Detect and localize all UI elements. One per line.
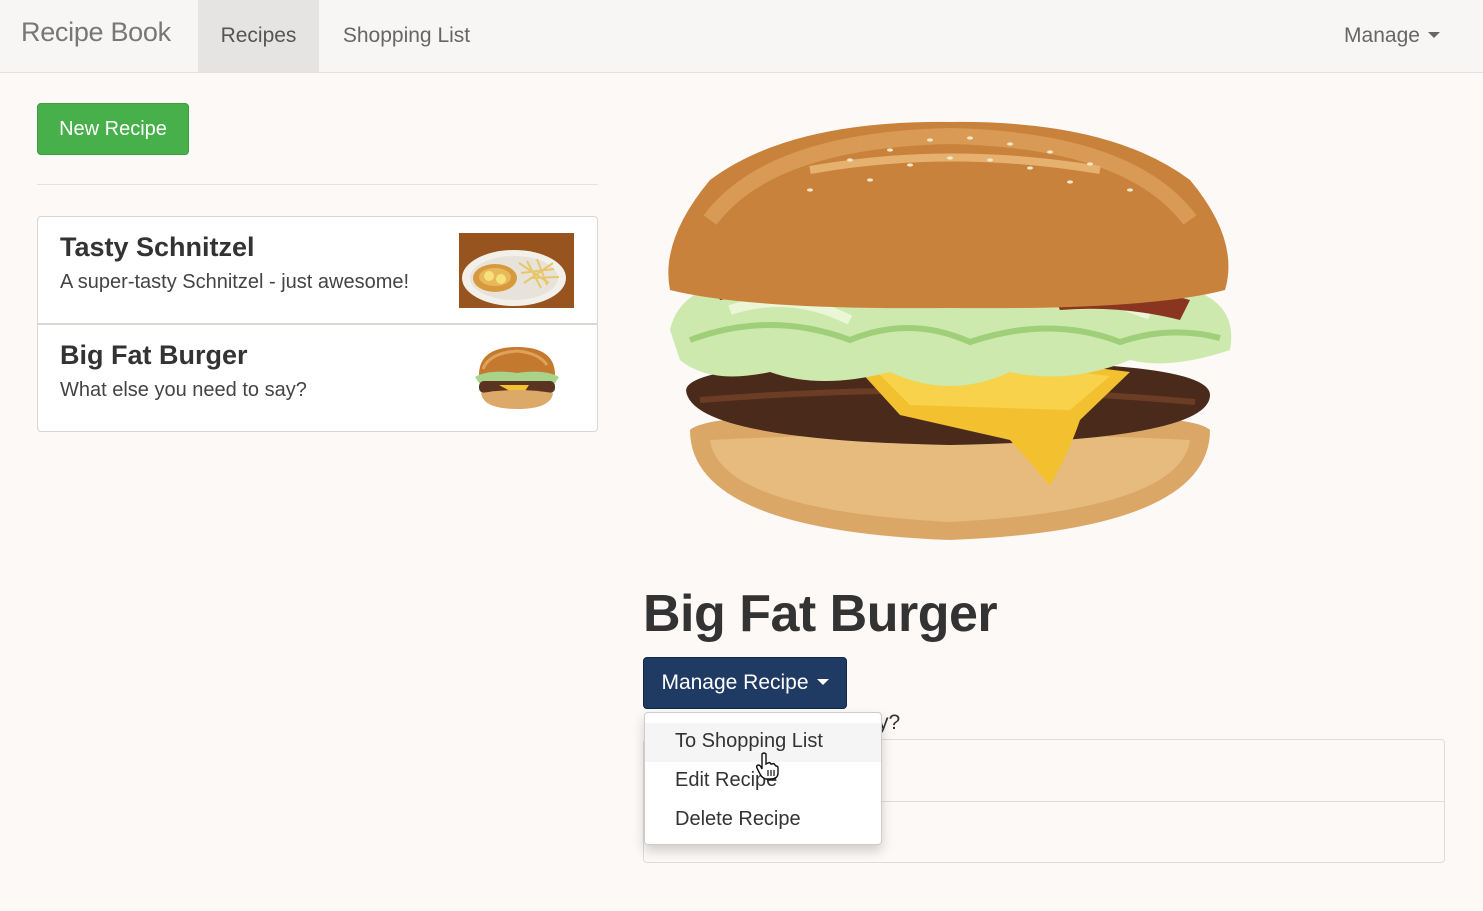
- caret-down-icon: [1427, 31, 1440, 38]
- divider: [37, 184, 598, 185]
- caret-down-icon: [816, 678, 829, 685]
- burger-hero-image: [668, 121, 1232, 540]
- brand-link[interactable]: Recipe Book: [21, 17, 171, 48]
- recipe-list-item[interactable]: Big Fat Burger What else you need to say…: [37, 324, 598, 432]
- manage-recipe-button[interactable]: Manage Recipe: [643, 657, 847, 709]
- nav-recipes[interactable]: Recipes: [198, 0, 319, 72]
- nav-shopping-list[interactable]: Shopping List: [319, 0, 494, 72]
- recipe-detail-title: Big Fat Burger: [643, 585, 998, 643]
- burger-thumbnail: [475, 347, 559, 409]
- new-recipe-button[interactable]: New Recipe: [37, 103, 189, 155]
- top-navbar: Recipe Book Recipes Shopping List Manage: [0, 0, 1483, 73]
- hand-cursor-icon: [755, 752, 779, 780]
- recipe-name: Big Fat Burger: [60, 340, 248, 370]
- recipe-list-item[interactable]: Tasty Schnitzel A super-tasty Schnitzel …: [37, 216, 598, 324]
- recipe-description: What else you need to say?: [60, 379, 307, 401]
- schnitzel-thumbnail: [459, 233, 574, 308]
- recipe-name: Tasty Schnitzel: [60, 232, 255, 262]
- recipe-description: A super-tasty Schnitzel - just awesome!: [60, 271, 410, 293]
- nav-manage-label: Manage: [1344, 24, 1420, 47]
- nav-manage-dropdown[interactable]: Manage: [1322, 0, 1462, 72]
- manage-recipe-label: Manage Recipe: [661, 671, 809, 694]
- dropdown-item-delete-recipe[interactable]: Delete Recipe: [645, 801, 881, 840]
